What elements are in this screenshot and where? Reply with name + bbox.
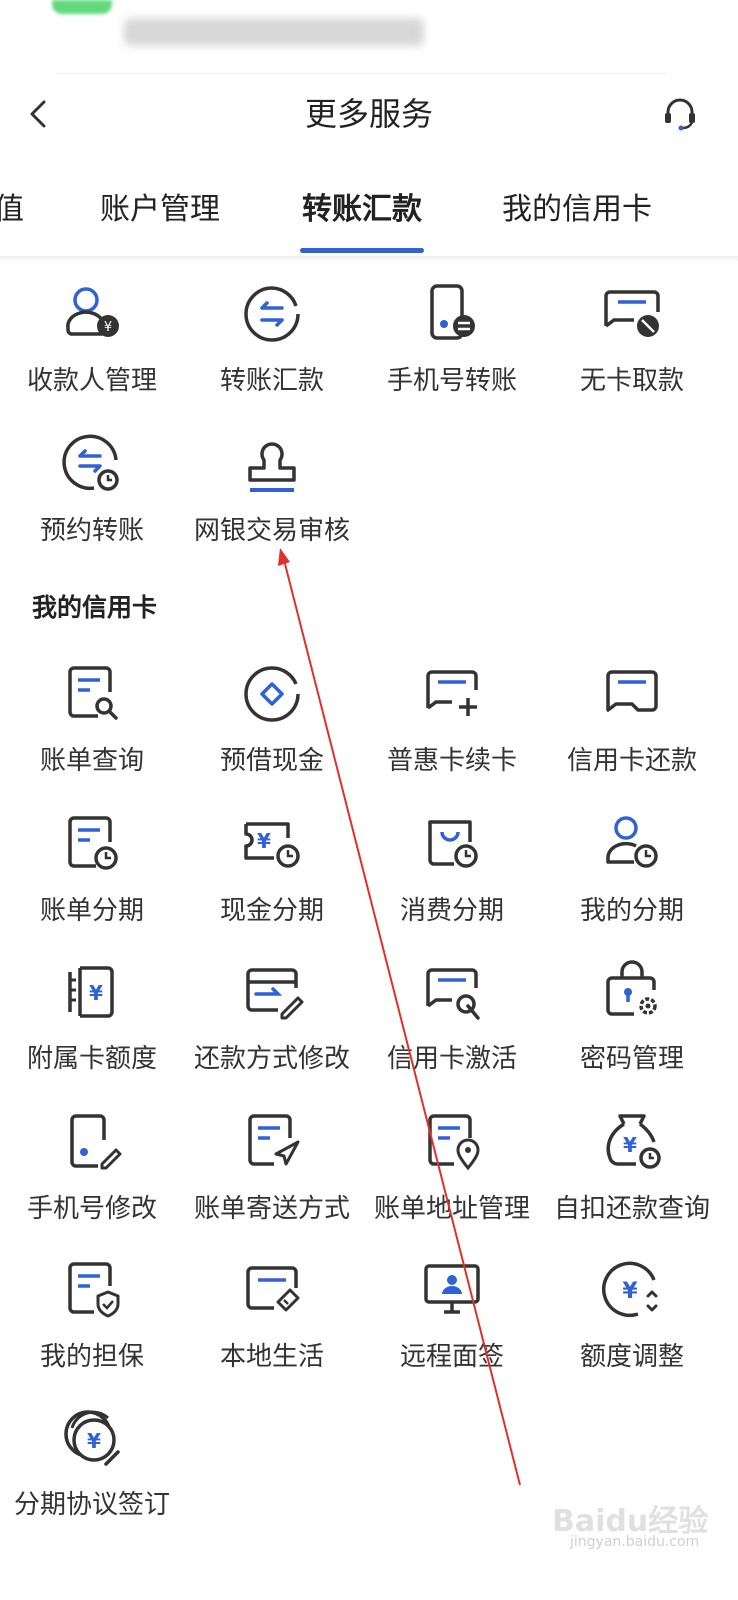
annotation-arrow [278,548,521,1486]
watermark-url: jingyan.baidu.com [570,1534,700,1550]
